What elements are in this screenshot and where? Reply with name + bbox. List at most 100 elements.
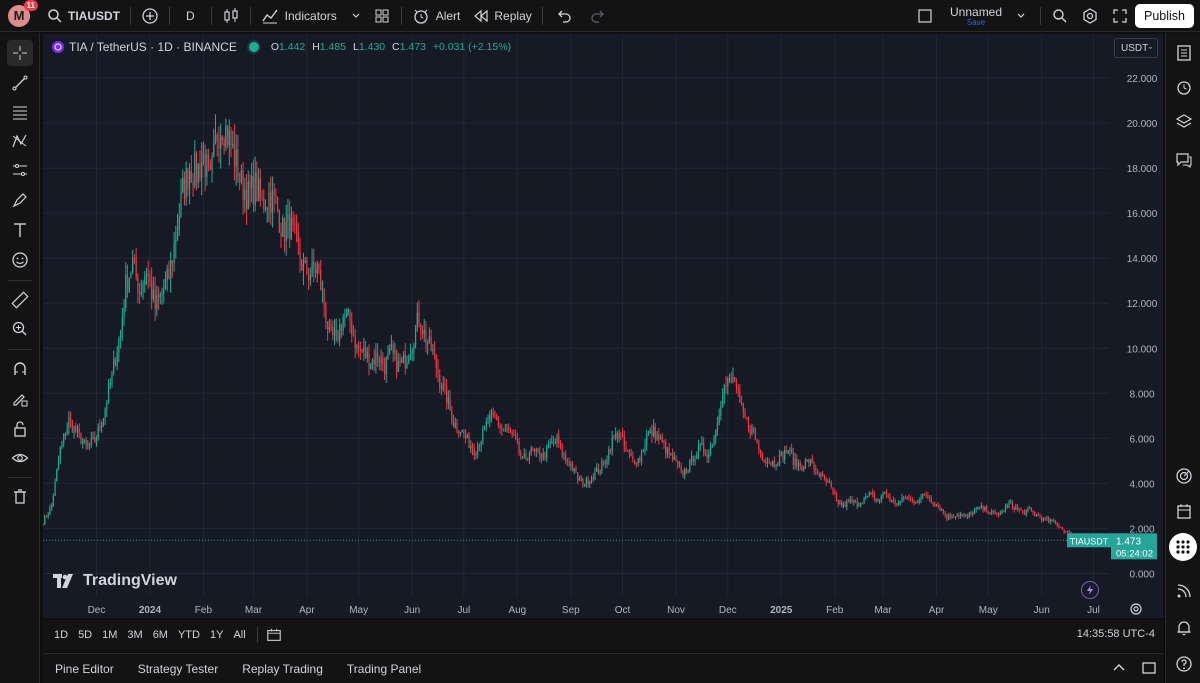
candle-body [66, 427, 68, 436]
tradingview-logo[interactable]: TradingView [53, 572, 177, 590]
candle-body [734, 377, 736, 382]
price-chart[interactable]: 0.0002.0004.0006.0008.00010.00012.00014.… [43, 34, 1163, 618]
trend-line-tool[interactable] [7, 70, 33, 96]
candle-body [939, 507, 941, 511]
candle-body [144, 277, 146, 285]
candle-body [708, 454, 710, 458]
calendar-button[interactable] [1171, 498, 1197, 524]
range-1m-button[interactable]: 1M [97, 629, 122, 641]
chats-button[interactable] [1171, 147, 1197, 173]
candle-body [623, 436, 625, 447]
emoji-tool[interactable] [7, 247, 33, 273]
layout-select-button[interactable] [910, 0, 940, 32]
layers-icon [1175, 114, 1193, 128]
candle-body [207, 155, 210, 164]
publish-button[interactable]: Publish [1135, 4, 1194, 28]
x-tick-label: Jul [1087, 605, 1100, 616]
date-range-button[interactable] [266, 627, 282, 643]
market-status-dot[interactable] [248, 42, 259, 52]
candle-body [373, 359, 375, 365]
compare-button[interactable] [135, 0, 165, 32]
crosshair-tool[interactable] [7, 40, 33, 66]
settings-button[interactable] [1075, 0, 1105, 32]
fullscreen-button[interactable] [1105, 0, 1135, 32]
candle-body [961, 514, 963, 516]
candle-body [651, 429, 653, 437]
candle-body [861, 503, 863, 505]
notifications-button[interactable] [1171, 615, 1197, 641]
axis-settings-button[interactable] [1129, 602, 1143, 616]
candle-body [768, 462, 770, 464]
candle-body [123, 307, 125, 318]
replay-button[interactable]: Replay [466, 0, 537, 32]
divider [130, 6, 131, 25]
range-ytd-button[interactable]: YTD [173, 629, 205, 641]
candle-body [176, 229, 179, 241]
layout-name-button[interactable]: Unnamed Save [940, 0, 1036, 32]
candle-body [637, 458, 639, 465]
tab-replay-trading[interactable]: Replay Trading [230, 662, 335, 676]
candle-body [254, 172, 256, 205]
indicators-button[interactable]: Indicators [255, 0, 367, 32]
streams-button[interactable] [1171, 578, 1197, 604]
events-button[interactable] [1081, 581, 1099, 599]
redo-button[interactable] [581, 0, 615, 32]
tab-strategy-tester[interactable]: Strategy Tester [126, 662, 230, 676]
user-avatar[interactable]: M 11 [8, 0, 38, 27]
alerts-button[interactable] [1171, 74, 1197, 100]
candle-body [673, 457, 675, 460]
tab-pine-editor[interactable]: Pine Editor [43, 662, 126, 676]
range-6m-button[interactable]: 6M [148, 629, 173, 641]
templates-button[interactable] [367, 0, 397, 32]
undo-button[interactable] [547, 0, 581, 32]
forecasting-tool[interactable] [7, 157, 33, 183]
clock-timezone[interactable]: 14:35:58 UTC-4 [1077, 628, 1155, 640]
chevron-up-icon[interactable] [1111, 660, 1127, 676]
range-3m-button[interactable]: 3M [122, 629, 147, 641]
products-button[interactable] [1169, 533, 1197, 561]
candle-body [599, 470, 601, 473]
candle-body [568, 461, 570, 467]
candle-body [875, 499, 877, 501]
currency-select[interactable]: USDT [1114, 38, 1158, 58]
candle-body [221, 136, 223, 141]
candle-body [711, 445, 713, 448]
stay-drawing-tool[interactable] [7, 386, 33, 412]
range-5d-button[interactable]: 5D [73, 629, 97, 641]
zoom-tool[interactable] [7, 316, 33, 342]
range-1y-button[interactable]: 1Y [205, 629, 228, 641]
chart-pane[interactable]: 0.000 2.000 4.000 6.000 8.000 10.000 12.000 14.… [43, 34, 1163, 618]
candle-body [697, 445, 700, 456]
help-button[interactable] [1171, 651, 1197, 677]
candle-body [632, 456, 634, 460]
candle-body [934, 503, 936, 506]
watchlist-button[interactable] [1171, 40, 1197, 66]
symbol-search-button[interactable]: TIAUSDT [40, 0, 126, 32]
range-1d-button[interactable]: 1D [49, 629, 73, 641]
lock-drawings-tool[interactable] [7, 416, 33, 442]
y-tick-label: 0.000 [1129, 569, 1154, 580]
candle-body [542, 453, 544, 459]
chart-type-button[interactable] [216, 0, 246, 32]
range-all-button[interactable]: All [228, 629, 250, 641]
alert-button[interactable]: Alert [406, 0, 467, 32]
candle-body [982, 505, 984, 510]
brush-tool[interactable] [7, 187, 33, 213]
currency-label: USDT [1121, 42, 1149, 54]
magnet-tool[interactable] [7, 356, 33, 382]
candle-body [725, 384, 727, 386]
pattern-tool[interactable] [7, 128, 33, 154]
legend-title[interactable]: TIA / TetherUS · 1D · BINANCE [69, 40, 237, 54]
tab-trading-panel[interactable]: Trading Panel [335, 662, 433, 676]
candle-body [639, 458, 641, 462]
fib-tool[interactable] [7, 99, 33, 125]
remove-drawings-tool[interactable] [7, 484, 33, 510]
text-tool[interactable] [7, 217, 33, 243]
object-tree-button[interactable] [1171, 109, 1197, 135]
hide-drawings-tool[interactable] [7, 445, 33, 471]
interval-button[interactable]: D [174, 0, 207, 32]
quick-search-button[interactable] [1045, 0, 1075, 32]
maximize-icon[interactable] [1141, 660, 1157, 676]
measure-tool[interactable] [7, 287, 33, 313]
ideas-button[interactable] [1171, 463, 1197, 489]
